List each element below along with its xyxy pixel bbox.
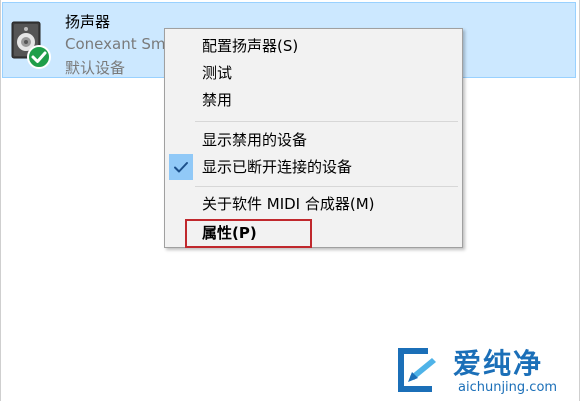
default-device-check-icon [27, 45, 51, 69]
device-driver: Conexant Sm [65, 35, 165, 53]
menu-item-test[interactable]: 测试 [165, 60, 462, 86]
menu-item-show-disconnected-devices[interactable]: 显示已断开连接的设备 [165, 154, 462, 180]
menu-separator [195, 186, 458, 187]
menu-item-label: 测试 [202, 64, 233, 82]
device-status: 默认设备 [65, 59, 126, 77]
menu-item-label: 关于软件 MIDI 合成器(M) [202, 195, 375, 213]
menu-separator [195, 121, 458, 122]
checkmark-icon [169, 154, 193, 180]
menu-item-label: 显示已断开连接的设备 [202, 158, 353, 176]
menu-item-configure-speakers[interactable]: 配置扬声器(S) [165, 33, 462, 59]
menu-item-label: 显示禁用的设备 [202, 131, 308, 149]
menu-item-about-midi[interactable]: 关于软件 MIDI 合成器(M) [165, 191, 462, 217]
menu-item-label: 属性(P) [202, 224, 257, 242]
menu-item-label: 配置扬声器(S) [202, 37, 299, 55]
menu-item-disable[interactable]: 禁用 [165, 87, 462, 113]
speaker-icon [9, 21, 51, 71]
watermark-logo-icon [398, 348, 436, 392]
watermark: 爱纯净 aichunjing.com [386, 336, 580, 401]
device-name: 扬声器 [65, 13, 111, 31]
menu-item-properties[interactable]: 属性(P) [185, 219, 312, 248]
menu-item-label: 禁用 [202, 91, 233, 109]
watermark-title: 爱纯净 [453, 347, 544, 380]
menu-item-show-disabled-devices[interactable]: 显示禁用的设备 [165, 127, 462, 153]
context-menu: 配置扬声器(S) 测试 禁用 显示禁用的设备 显示已断开连接的设备 关于软件 M… [164, 28, 463, 248]
watermark-url: aichunjing.com [458, 380, 558, 395]
playback-device-pane: 扬声器 Conexant Sm 默认设备 配置扬声器(S) 测试 禁用 显示禁用… [0, 0, 580, 401]
pane-left-border [0, 0, 1, 401]
